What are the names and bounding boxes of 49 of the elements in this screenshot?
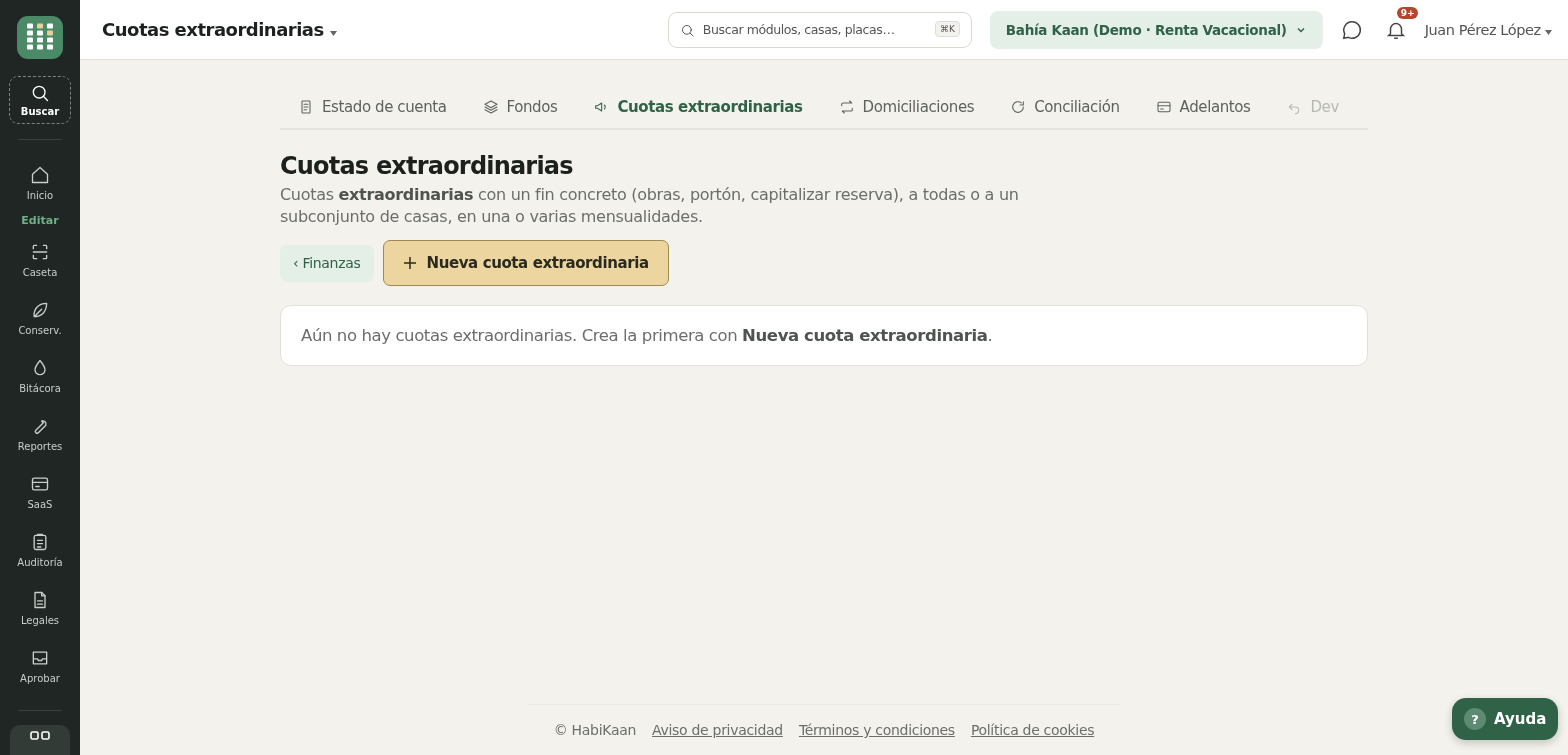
sidebar-item[interactable]: Reportes [17, 405, 63, 463]
tab[interactable]: Fondos [464, 86, 576, 128]
search-button[interactable]: Buscar [9, 75, 71, 124]
home-icon [30, 165, 50, 185]
repeat-icon [838, 99, 855, 115]
user-menu[interactable]: Juan Pérez López [1424, 21, 1552, 38]
page-title-menu[interactable]: Cuotas extraordinarias [102, 19, 337, 40]
page-heading: Cuotas extraordinarias [280, 152, 574, 180]
card-icon [1155, 99, 1172, 115]
sidebar-item[interactable]: Legales [20, 579, 60, 637]
scan-frame-icon [30, 242, 50, 262]
footer-link[interactable]: Aviso de privacidad [652, 722, 783, 738]
tab[interactable]: Conciliación [992, 86, 1138, 128]
help-button[interactable]: ? Ayuda [1452, 698, 1559, 740]
search-icon [679, 22, 695, 38]
app-logo[interactable] [17, 16, 63, 59]
new-fee-button[interactable]: Nueva cuota extraordinaria [382, 240, 669, 286]
refresh-icon [1010, 99, 1027, 115]
sidebar-item[interactable]: SaaS [27, 463, 53, 521]
footer-link[interactable]: Política de cookies [970, 722, 1095, 738]
grid-icon [26, 23, 54, 52]
community-selector[interactable]: Bahía Kaan (Demo · Renta Vacacional) [989, 10, 1323, 49]
footer-link[interactable]: Términos y condiciones [798, 722, 955, 738]
layers-icon [482, 99, 499, 115]
tab[interactable]: Cuotas extraordinarias [575, 86, 821, 128]
caret-icon [329, 31, 337, 36]
chat-bubble-icon [1340, 18, 1363, 41]
squares-icon [30, 731, 50, 741]
tab[interactable]: Adelantos [1137, 86, 1269, 128]
sidebar-item[interactable]: Conserv. [18, 289, 62, 347]
copyright: © HabiKaan [553, 722, 637, 738]
sidebar-item[interactable]: Auditoría [17, 521, 63, 579]
back-button[interactable]: ‹ Finanzas [280, 244, 374, 282]
page-description: Cuotas extraordinarias con un fin concreto (obras, portón, capitalizar reserva), a todas o a un subconjunto de casas, en una o varias mensualidades. [280, 184, 1020, 228]
sidebar-item[interactable]: Aprobar [20, 637, 60, 695]
caret-icon [1545, 29, 1552, 35]
sidebar-item[interactable]: Bitácora [19, 347, 61, 405]
help-icon: ? [1464, 708, 1486, 730]
empty-state-message: Aún no hay cuotas extraordinarias. Crea la primera con Nueva cuota extraordinaria. [301, 326, 994, 345]
section-label: Editar [21, 214, 59, 227]
leaf-icon [30, 300, 50, 320]
tab[interactable]: Domiciliaciones [820, 86, 993, 128]
notification-count: 9+ [1396, 6, 1419, 19]
apps-button[interactable] [10, 725, 70, 755]
sidebar-item[interactable]: Inicio [26, 154, 54, 212]
plus-icon [402, 256, 417, 270]
sidebar-item[interactable]: Caseta [22, 231, 58, 289]
tab[interactable]: Estado de cuenta [280, 86, 465, 128]
document-icon [298, 99, 314, 115]
